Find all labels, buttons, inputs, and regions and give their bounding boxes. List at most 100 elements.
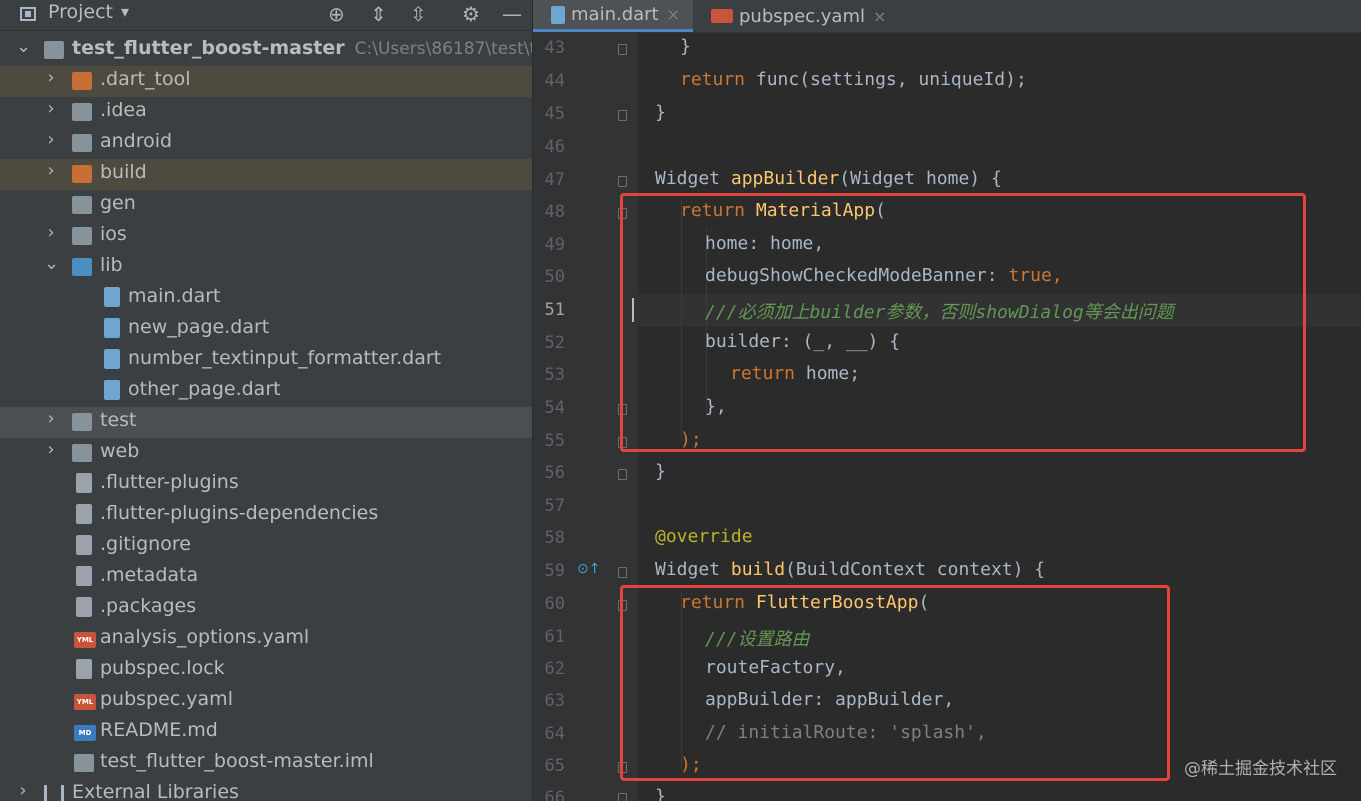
code-line-56: } [655,461,666,482]
tree-item-label: main.dart [128,285,221,307]
file-icon [76,535,92,555]
tree-item-idea[interactable]: › .idea [0,97,532,128]
tree-item-flutter-plugins[interactable]: .flutter-plugins [0,469,532,500]
chevron-down-icon[interactable]: ⌄ [16,36,31,57]
chevron-right-icon[interactable]: › [44,222,58,243]
tree-item-packages[interactable]: .packages [0,593,532,624]
line-number: 45 [544,104,565,124]
highlight-box-flutter-boost-app [620,585,1170,781]
code-line-45: } [655,102,666,123]
tree-item-label: .gitignore [100,533,191,555]
tree-item-label: README.md [100,719,218,741]
tree-item-label: web [100,440,140,462]
fold-marker-icon[interactable] [618,469,627,480]
tree-item-iml[interactable]: test_flutter_boost-master.iml [0,748,532,779]
tab-label: pubspec.yaml [739,5,865,27]
fold-marker-icon[interactable] [618,110,627,121]
fold-marker-icon[interactable] [618,176,627,187]
tree-item-web[interactable]: › web [0,438,532,469]
dart-file-icon [104,349,120,369]
override-method-icon[interactable]: ⊙↑ [577,561,600,577]
folder-icon [72,227,92,245]
tree-item-ios[interactable]: › ios [0,221,532,252]
folder-icon [72,413,92,431]
close-icon[interactable]: × [667,5,680,24]
line-number: 46 [544,137,565,157]
locate-icon[interactable]: ⊕ [328,2,345,26]
line-number: 49 [544,235,565,255]
chevron-right-icon[interactable]: › [44,408,58,429]
chevron-right-icon[interactable]: › [44,98,58,119]
file-icon [76,659,92,679]
line-number: 66 [544,788,565,801]
line-number: 63 [544,691,565,711]
tree-item-flutter-plugins-deps[interactable]: .flutter-plugins-dependencies [0,500,532,531]
line-number: 43 [544,38,565,58]
tree-item-gen[interactable]: gen [0,190,532,221]
collapse-all-icon[interactable]: ⇳ [410,2,427,26]
tree-item-label: ios [100,223,127,245]
tree-item-build[interactable]: › build [0,159,532,190]
module-file-icon [74,754,94,772]
file-icon [76,597,92,617]
tree-item-label: .flutter-plugins-dependencies [100,502,379,524]
hide-icon[interactable]: — [502,2,522,26]
tree-item-root[interactable]: ⌄ test_flutter_boost-master C:\Users\8618… [0,35,532,66]
yaml-file-icon: YML [74,694,96,710]
file-icon [76,504,92,524]
line-number: 64 [544,724,565,744]
tree-item-readme[interactable]: MD README.md [0,717,532,748]
code-line-44: return func(settings, uniqueId); [680,69,1027,90]
tree-item-other-page-dart[interactable]: other_page.dart [0,376,532,407]
tree-item-label: .flutter-plugins [100,471,239,493]
library-icon [44,785,64,801]
chevron-right-icon[interactable]: › [44,67,58,88]
code-line-58: @override [655,526,753,547]
line-number: 59 [544,561,565,581]
tree-item-lib[interactable]: ⌄ lib [0,252,532,283]
tree-item-main-dart[interactable]: main.dart [0,283,532,314]
line-number: 52 [544,333,565,353]
tab-main-dart[interactable]: main.dart × [533,0,693,32]
tree-item-gitignore[interactable]: .gitignore [0,531,532,562]
fold-marker-icon[interactable] [618,793,627,801]
line-number: 60 [544,594,565,614]
chevron-down-icon[interactable]: ▾ [121,2,129,21]
tab-pubspec-yaml[interactable]: pubspec.yaml × [711,0,886,32]
tree-item-label: gen [100,192,136,214]
fold-marker-icon[interactable] [618,567,627,578]
project-view-selector[interactable]: Project [48,1,113,23]
folder-icon [72,444,92,462]
fold-marker-icon[interactable] [618,44,627,55]
folder-icon [72,258,92,276]
project-panel-header: Project ▾ ⊕ ⇕ ⇳ ⚙ — [0,0,532,31]
folder-icon [72,165,92,183]
tree-item-android[interactable]: › android [0,128,532,159]
tree-item-dart-tool[interactable]: › .dart_tool [0,66,532,97]
dart-file-icon [104,287,120,307]
tree-item-test[interactable]: › test [0,407,532,438]
chevron-right-icon[interactable]: › [44,129,58,150]
tree-item-metadata[interactable]: .metadata [0,562,532,593]
chevron-right-icon[interactable]: › [16,780,30,801]
tree-item-label: External Libraries [72,781,239,801]
close-icon[interactable]: × [873,7,886,26]
chevron-right-icon[interactable]: › [44,160,58,181]
line-number: 47 [544,170,565,190]
tree-item-new-page-dart[interactable]: new_page.dart [0,314,532,345]
expand-all-icon[interactable]: ⇕ [370,2,387,26]
project-view-icon [20,7,36,21]
chevron-down-icon[interactable]: ⌄ [44,253,59,274]
tree-item-external-libraries[interactable]: › External Libraries [0,779,532,801]
tree-item-number-formatter-dart[interactable]: number_textinput_formatter.dart [0,345,532,376]
tab-label: main.dart [571,4,659,25]
tree-item-pubspec-lock[interactable]: pubspec.lock [0,655,532,686]
code-line-66: } [655,786,666,801]
chevron-right-icon[interactable]: › [44,439,58,460]
project-panel: Project ▾ ⊕ ⇕ ⇳ ⚙ — ⌄ test_flutter_boost… [0,0,533,801]
tree-item-analysis-options[interactable]: YML analysis_options.yaml [0,624,532,655]
gear-icon[interactable]: ⚙ [462,2,480,26]
folder-icon [72,72,92,90]
line-number: 61 [544,627,565,647]
tree-item-pubspec-yaml[interactable]: YML pubspec.yaml [0,686,532,717]
